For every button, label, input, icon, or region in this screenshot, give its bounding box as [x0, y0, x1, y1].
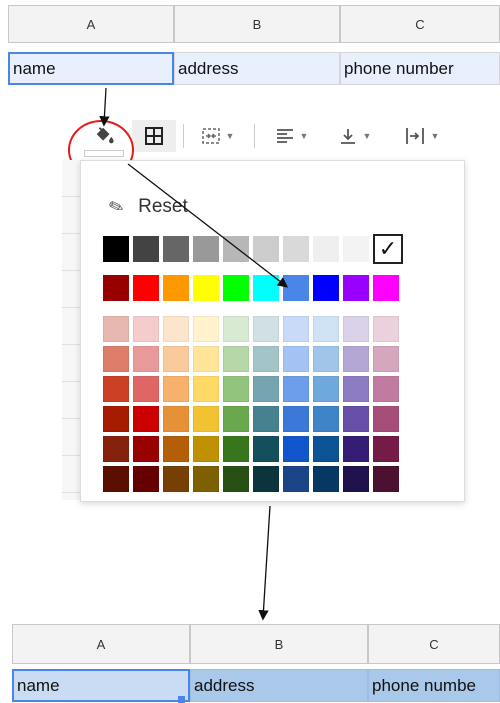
- column-header-c[interactable]: C: [368, 624, 500, 664]
- arrow-fill-to-swatch: [127, 163, 289, 288]
- cell-c1[interactable]: phone numbe: [368, 669, 500, 702]
- table-row: name address phone numbe: [12, 669, 500, 702]
- column-header-a[interactable]: A: [12, 624, 190, 664]
- annotation-arrows: [99, 87, 289, 621]
- cell-b1[interactable]: address: [190, 669, 368, 702]
- result-spreadsheet: A B C name address phone numbe: [0, 624, 500, 703]
- column-header-b[interactable]: B: [190, 624, 368, 664]
- cell-a1[interactable]: name: [12, 669, 190, 702]
- arrow-picker-to-result: [258, 505, 271, 621]
- arrow-cell-to-fill: [99, 87, 110, 127]
- column-header-row: A B C: [12, 624, 500, 664]
